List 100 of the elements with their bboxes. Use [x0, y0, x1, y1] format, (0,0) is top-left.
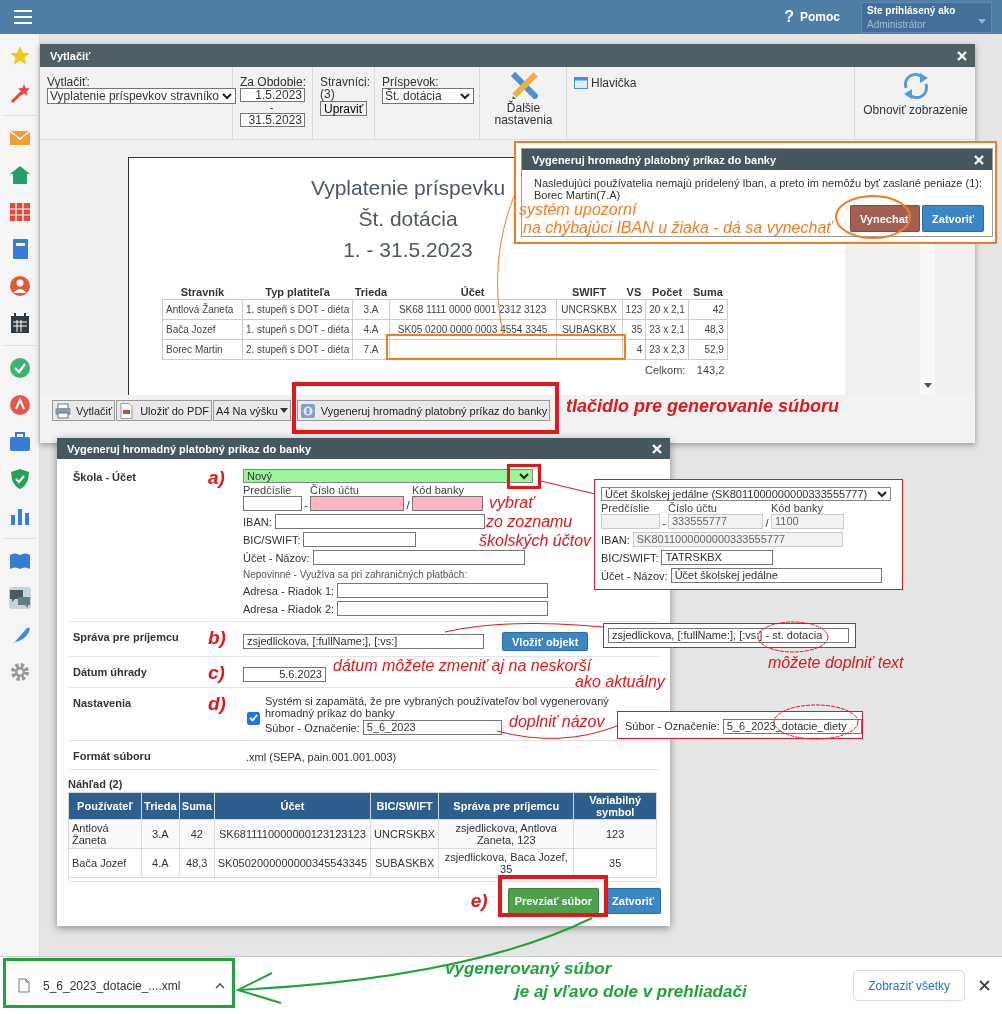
column-header: Typ platiteľa: [242, 284, 353, 300]
message-field[interactable]: zsjedlickova, [:fullName:], [:vs:]: [243, 634, 484, 649]
account-select[interactable]: Nový: [243, 469, 533, 483]
input-field[interactable]: [312, 550, 525, 565]
input-field[interactable]: [412, 496, 483, 511]
table-cell: 2. stupeň s DOT - diéta: [242, 339, 353, 360]
more-settings-button[interactable]: Ďalšie nastavenia: [493, 71, 554, 126]
format-text: .xml (SEPA, pain.001.001.003): [245, 750, 398, 763]
input-field[interactable]: [337, 601, 549, 616]
input-field[interactable]: [310, 496, 404, 511]
column-header: Variabilný symbol: [573, 792, 657, 820]
field-label: Správa pre príjemcu: [72, 630, 180, 645]
total-label: Celkom:: [645, 363, 686, 376]
field-label: Vytlačiť:: [47, 76, 90, 88]
table-cell: 123: [573, 819, 657, 849]
star-icon[interactable]: [8, 44, 31, 67]
print-select[interactable]: Vyplatenie príspevkov stravníko: [47, 88, 236, 104]
input-field[interactable]: [303, 532, 417, 547]
table-cell: 7.A: [352, 339, 390, 360]
input-field[interactable]: [243, 496, 302, 511]
table-cell: 4.A: [352, 319, 390, 340]
show-all-button[interactable]: Zobraziť všetky: [853, 970, 965, 1001]
header-button[interactable]: Hlavička: [574, 76, 637, 90]
table-cell: 42: [688, 299, 728, 320]
menu-icon[interactable]: [14, 10, 32, 24]
skip-button[interactable]: Vynechať: [849, 205, 921, 232]
table-cell: SK0502000000000345543345: [214, 848, 371, 878]
chat-icon[interactable]: [8, 586, 31, 609]
generate-button[interactable]: Vygeneruj hromadný platobný príkaz do banky: [296, 400, 551, 421]
edit-button[interactable]: Upraviť: [320, 101, 368, 116]
help-link[interactable]: Pomoc: [800, 10, 840, 24]
print-button[interactable]: Vytlačiť: [52, 400, 116, 421]
date-field[interactable]: 5.6.2023: [243, 667, 326, 682]
check-icon[interactable]: [8, 356, 31, 379]
annotation-text: systém upozorní na chýbajúci IBAN u žiaka - dá sa vynechať: [519, 201, 832, 237]
column-header: Účet: [389, 284, 557, 300]
table-cell: SUBASKBX: [556, 319, 623, 340]
file-name-field[interactable]: 5_6_2023: [362, 720, 502, 735]
contribution-select[interactable]: Št. dotácia: [382, 88, 474, 104]
checkbox[interactable]: [247, 711, 260, 725]
briefcase-icon[interactable]: [8, 430, 31, 453]
hint-text: Nepovinné - Využíva sa pri zahraničných platbách:: [243, 569, 468, 580]
close-button[interactable]: Zatvoriť: [922, 205, 984, 232]
user-menu[interactable]: Ste prihlásený ako Administrátor: [861, 1, 992, 33]
close-icon[interactable]: [979, 980, 990, 991]
account-select[interactable]: Účet školskej jedálne (SK8011000000000333555777): [601, 487, 891, 501]
field-label: Adresa - Riadok 2:: [243, 602, 335, 615]
gear-icon[interactable]: [8, 660, 31, 683]
table-cell: 4.A: [141, 848, 180, 878]
file-name-field[interactable]: 5_6_2023_dotacie_diety: [722, 718, 862, 734]
shield-icon[interactable]: [8, 467, 31, 490]
page-title: Vyplatenie príspevku: [310, 175, 506, 201]
column-header: SWIFT: [556, 284, 623, 300]
insert-object-button[interactable]: Vložiť objekt: [502, 632, 589, 651]
window-icon: [574, 77, 588, 89]
annotation-text: vygenerovaný súbor je aj vľavo dole v prehliadači: [445, 958, 747, 1003]
field-label: Súbor - Označenie:: [625, 720, 720, 732]
grid-icon[interactable]: [8, 200, 31, 223]
refresh-button[interactable]: Obnoviť zobrazenie: [863, 71, 968, 116]
table-cell: 1. stupeň s DOT - diéta: [242, 319, 353, 340]
date-field[interactable]: 1.5.2023: [240, 88, 305, 102]
caret-icon: [279, 408, 288, 413]
field-label: Škola - Účet: [72, 470, 137, 485]
pdf-button[interactable]: Uložiť do PDF: [116, 400, 213, 421]
input-field[interactable]: Účet školskej jedálne: [670, 568, 882, 583]
field-label: Predčíslie: [601, 502, 651, 514]
step-marker: b): [208, 627, 226, 648]
table-cell: 20 x 2,1: [645, 299, 689, 320]
field-label: IBAN:: [243, 515, 272, 528]
input-field[interactable]: TATRSKBX: [661, 550, 774, 565]
caret-icon: [215, 982, 226, 989]
alert-message: Nasledujúci používatelia nemajú pridelený Iban, a preto im nemôžu byť zaslané peniaze (1):: [534, 177, 984, 189]
table-cell: 23 x 2,1: [645, 319, 689, 340]
close-button[interactable]: Zatvoriť: [605, 888, 661, 914]
download-item[interactable]: 5_6_2023_dotacie_....xml: [18, 978, 226, 993]
person-icon[interactable]: [8, 274, 31, 297]
circle-icon[interactable]: [8, 393, 31, 416]
step-marker: e): [470, 892, 488, 910]
step-marker: d): [208, 693, 226, 714]
table-cell: Antlová Žaneta: [68, 819, 142, 849]
house-icon[interactable]: [8, 163, 31, 186]
field-label: Účet - Názov:: [601, 569, 668, 582]
date-field[interactable]: 31.5.2023: [240, 113, 305, 127]
orientation-dropdown[interactable]: A4 Na výšku: [213, 400, 291, 421]
calendar-icon[interactable]: [8, 311, 31, 334]
input-field[interactable]: [337, 583, 549, 598]
field-label: Kód banky: [412, 484, 465, 496]
help-icon[interactable]: ?: [784, 8, 794, 26]
caret-icon: [221, 91, 233, 101]
column-header: Trieda: [141, 792, 180, 820]
field-label: IBAN:: [601, 533, 630, 546]
input-field[interactable]: [274, 514, 485, 529]
message-field[interactable]: zsjedlickova, [:fullName:], [:vs:] - st. dotacia: [608, 628, 849, 643]
scroll-down-icon[interactable]: [923, 383, 932, 388]
table-cell: Bača Jozef: [162, 319, 243, 340]
annotation-text: tlačidlo pre generovanie súboru: [566, 396, 840, 416]
caret-icon: [876, 489, 888, 499]
table-cell: SUBASKBX: [370, 848, 439, 878]
range-separator: -: [268, 102, 275, 113]
alert-names: Borec Martin(7.A): [534, 189, 622, 201]
